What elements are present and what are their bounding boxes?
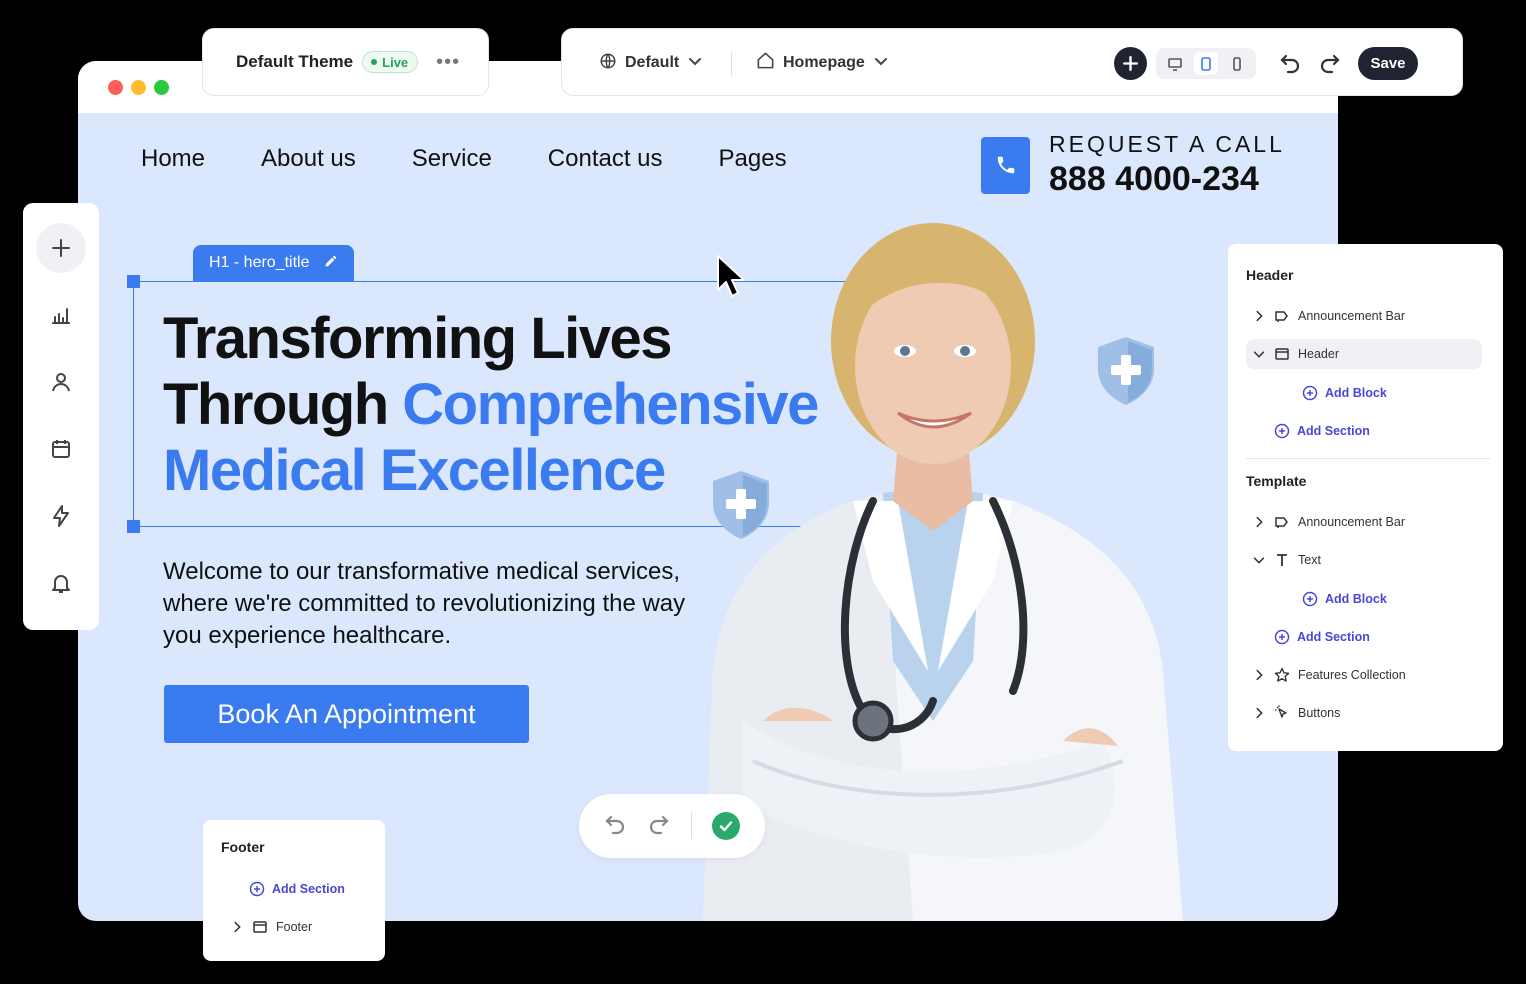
phone-icon: [981, 136, 1030, 194]
chevron-down-icon: [1253, 557, 1265, 564]
user-icon[interactable]: [36, 357, 86, 407]
plus-icon: [1122, 55, 1139, 72]
tree-item-announcement-bar[interactable]: Announcement Bar: [1252, 507, 1405, 537]
confirm-check-icon[interactable]: [712, 812, 740, 840]
editor-toolbar: Default Homepage Save: [561, 28, 1463, 96]
add-circle-icon: [1302, 385, 1318, 401]
tree-item-announcement-bar[interactable]: Announcement Bar: [1252, 301, 1405, 331]
locale-dropdown[interactable]: Default: [599, 29, 703, 97]
shield-plus-icon: [713, 471, 769, 539]
add-block-button[interactable]: Add Block: [1302, 381, 1387, 405]
tree-item-buttons[interactable]: Buttons: [1252, 698, 1340, 728]
request-call[interactable]: REQUEST A CALL 888 4000-234: [981, 131, 1285, 199]
device-switcher: [1156, 48, 1256, 79]
plus-icon[interactable]: [36, 223, 86, 273]
selection-tag-label: H1 - hero_title: [209, 254, 310, 271]
hero-title-line2a: Through: [163, 372, 403, 437]
footer-panel: Footer Add Section Footer: [203, 820, 385, 961]
add-circle-icon: [1274, 629, 1290, 645]
chevron-right-icon: [1256, 707, 1263, 719]
calendar-icon[interactable]: [36, 424, 86, 474]
add-button[interactable]: [1114, 47, 1147, 80]
divider: [691, 813, 692, 839]
lightning-icon[interactable]: [36, 491, 86, 541]
structure-panel: Header Announcement Bar Header Add Block…: [1228, 244, 1503, 751]
call-label: REQUEST A CALL: [1049, 131, 1285, 157]
window-maximize-button[interactable]: [154, 80, 169, 95]
chevron-right-icon: [1256, 669, 1263, 681]
nav-link-service[interactable]: Service: [412, 145, 492, 173]
shield-plus-icon: [1098, 337, 1154, 405]
footer-group-title: Footer: [221, 839, 265, 855]
tree-item-header[interactable]: Header: [1246, 339, 1482, 369]
status-badge: Live: [362, 51, 419, 73]
globe-icon: [599, 52, 617, 75]
tree-item-footer[interactable]: Footer: [230, 912, 312, 942]
chevron-right-icon: [1256, 516, 1263, 528]
tablet-icon[interactable]: [1194, 52, 1218, 75]
cursor-click-icon: [1275, 705, 1287, 718]
theme-name: Default Theme: [236, 52, 354, 71]
redo-icon[interactable]: [1318, 51, 1342, 80]
theme-card: Default Theme Live •••: [202, 28, 489, 96]
tree-item-text[interactable]: Text: [1252, 545, 1321, 575]
nav-link-contact[interactable]: Contact us: [548, 145, 663, 173]
site-navigation: Home About us Service Contact us Pages: [141, 145, 843, 173]
resize-handle-top-left[interactable]: [127, 275, 140, 288]
bell-icon[interactable]: [36, 558, 86, 608]
add-section-button[interactable]: Add Section: [249, 877, 345, 901]
add-section-button[interactable]: Add Section: [1274, 625, 1370, 649]
chevron-down-icon: [687, 53, 703, 74]
site-preview-window: Home About us Service Contact us Pages R…: [78, 61, 1338, 921]
book-appointment-button[interactable]: Book An Appointment: [164, 685, 529, 743]
template-group-title: Template: [1246, 473, 1307, 489]
home-icon: [756, 51, 775, 75]
left-sidebar: [23, 203, 99, 630]
window-minimize-button[interactable]: [131, 80, 146, 95]
selection-tag[interactable]: H1 - hero_title: [193, 245, 354, 281]
window-close-button[interactable]: [108, 80, 123, 95]
chevron-right-icon: [1256, 310, 1263, 322]
locale-label: Default: [625, 54, 680, 71]
add-circle-icon: [1302, 591, 1318, 607]
page-label: Homepage: [783, 54, 865, 71]
announcement-icon: [1275, 311, 1288, 322]
chevron-down-icon: [873, 53, 889, 74]
chevron-down-icon: [1253, 351, 1265, 358]
page-dropdown[interactable]: Homepage: [756, 29, 889, 97]
call-number[interactable]: 888 4000-234: [1049, 160, 1285, 199]
tree-item-features-collection[interactable]: Features Collection: [1252, 660, 1406, 690]
header-group-title: Header: [1246, 267, 1294, 283]
nav-link-pages[interactable]: Pages: [719, 145, 787, 173]
more-options-icon[interactable]: •••: [436, 51, 460, 74]
nav-link-home[interactable]: Home: [141, 145, 205, 173]
add-block-button[interactable]: Add Block: [1302, 587, 1387, 611]
save-button[interactable]: Save: [1358, 47, 1418, 80]
mobile-icon[interactable]: [1225, 52, 1249, 75]
divider: [1246, 458, 1490, 459]
pen-icon[interactable]: [324, 254, 338, 273]
redo-icon[interactable]: [647, 812, 671, 841]
resize-handle-bottom-left[interactable]: [127, 520, 140, 533]
announcement-icon: [1275, 517, 1288, 528]
add-circle-icon: [249, 881, 265, 897]
text-icon: [1277, 554, 1287, 566]
nav-link-about[interactable]: About us: [261, 145, 356, 173]
analytics-icon[interactable]: [36, 290, 86, 340]
hero-title-line1: Transforming Lives: [163, 306, 673, 371]
star-icon: [1274, 667, 1290, 682]
hero-title-line3: Medical Excellence: [163, 438, 666, 503]
undo-icon[interactable]: [603, 812, 627, 841]
add-section-button[interactable]: Add Section: [1274, 419, 1370, 443]
undo-icon[interactable]: [1278, 51, 1302, 80]
add-circle-icon: [1274, 423, 1290, 439]
layout-icon: [1275, 348, 1289, 360]
desktop-icon[interactable]: [1163, 52, 1187, 75]
hero-subtitle: Welcome to our transformative medical se…: [163, 558, 686, 649]
layout-icon: [253, 921, 267, 933]
edit-actions-pill: [579, 794, 765, 858]
mouse-cursor-icon: [717, 255, 745, 297]
chevron-right-icon: [234, 921, 241, 933]
